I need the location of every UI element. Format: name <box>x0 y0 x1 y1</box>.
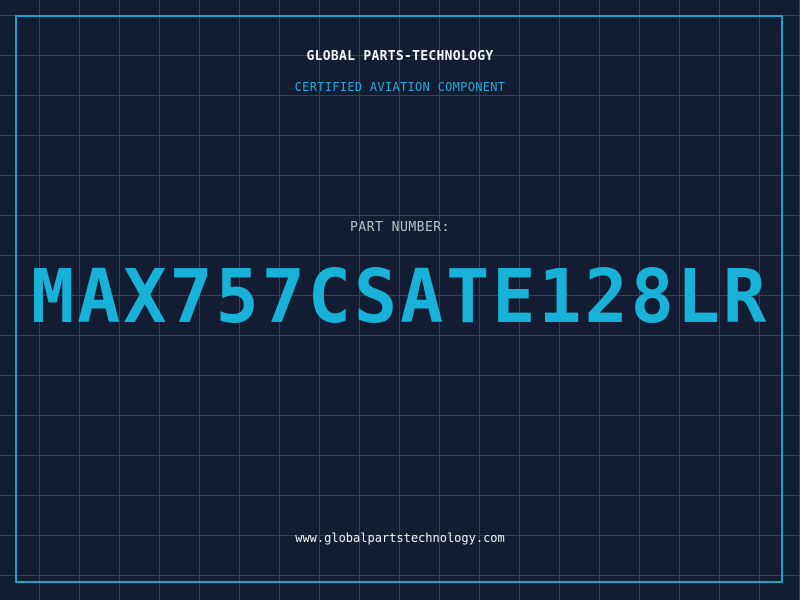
part-number: MAX757CSATE128LR <box>30 254 769 340</box>
part-number-label: PART NUMBER: <box>350 220 450 235</box>
company-name: GLOBAL PARTS-TECHNOLOGY <box>306 49 494 64</box>
certification-subtitle: CERTIFIED AVIATION COMPONENT <box>294 80 506 94</box>
label-canvas: GLOBAL PARTS-TECHNOLOGY CERTIFIED AVIATI… <box>0 0 800 600</box>
website-url: www.globalpartstechnology.com <box>295 531 505 545</box>
